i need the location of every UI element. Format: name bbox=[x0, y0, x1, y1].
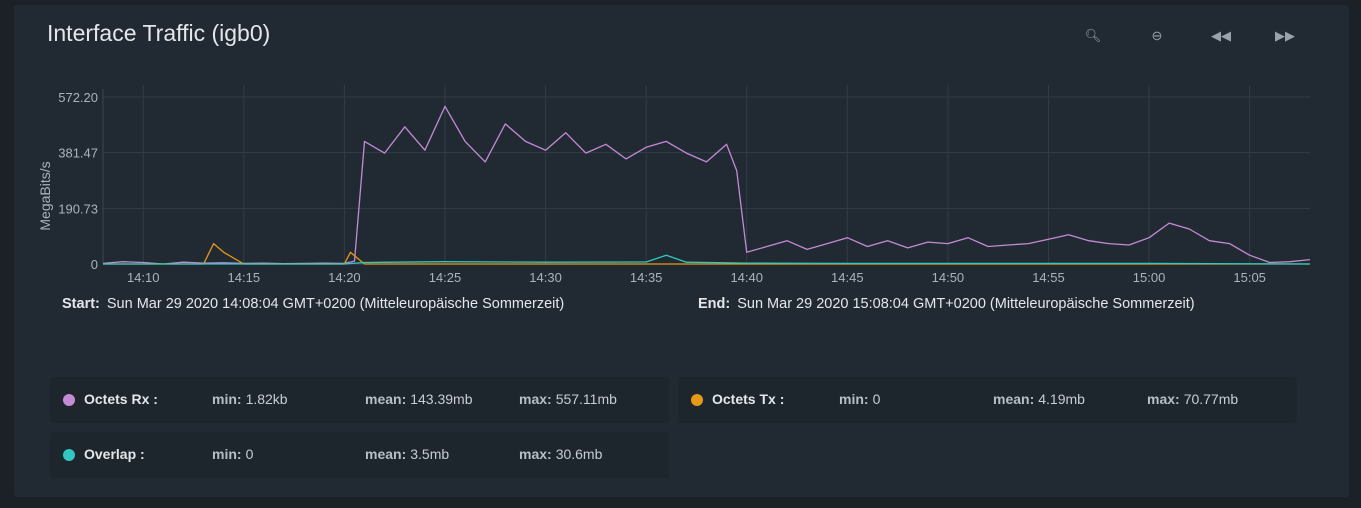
legend-max: max: 30.6mb bbox=[519, 446, 602, 462]
legend-min: min: 0 bbox=[839, 391, 880, 407]
y-tick-label: 0 bbox=[91, 257, 98, 272]
range-end-label: End: bbox=[698, 296, 731, 312]
y-axis-ticks: 0 190.73 381.47 572.20 bbox=[58, 90, 98, 272]
x-tick-label: 14:30 bbox=[529, 270, 562, 285]
series-line-octets-tx bbox=[103, 242, 1310, 265]
max-label: max: bbox=[519, 446, 552, 462]
traffic-chart: 0 190.73 381.47 572.20 14:10 14:15 14:20 14:25… bbox=[37, 85, 1311, 285]
x-tick-label: 14:15 bbox=[228, 270, 261, 285]
legend-max: max: 557.11mb bbox=[519, 391, 617, 407]
x-tick-label: 14:25 bbox=[429, 270, 462, 285]
max-label: max: bbox=[519, 391, 552, 407]
mean-value: 3.5mb bbox=[410, 446, 450, 462]
min-value: 0 bbox=[245, 446, 254, 462]
legend-name: Octets Rx : bbox=[84, 391, 158, 407]
x-tick-label: 15:05 bbox=[1233, 270, 1266, 285]
x-tick-label: 14:10 bbox=[127, 270, 160, 285]
max-value: 30.6mb bbox=[555, 446, 603, 462]
series-color-dot bbox=[691, 394, 703, 406]
legend-mean: mean: 4.19mb bbox=[993, 391, 1085, 407]
min-label: min: bbox=[839, 391, 869, 407]
range-start-label: Start: bbox=[62, 296, 100, 312]
x-tick-label: 14:55 bbox=[1032, 270, 1065, 285]
series-line-overlap bbox=[103, 254, 1311, 265]
y-tick-label: 190.73 bbox=[58, 201, 98, 216]
legend-item-octets-rx[interactable]: Octets Rx : min: 1.82kb mean: 143.39mb max… bbox=[50, 377, 669, 423]
y-tick-label: 381.47 bbox=[58, 146, 98, 161]
chart-grid bbox=[102, 85, 1310, 265]
x-tick-label: 14:50 bbox=[932, 270, 965, 285]
series-color-dot bbox=[63, 449, 75, 461]
legend-item-octets-tx[interactable]: Octets Tx : min: 0 mean: 4.19mb max: 70.77m… bbox=[678, 377, 1297, 423]
legend-name: Octets Tx : bbox=[712, 391, 785, 407]
x-tick-label: 14:35 bbox=[630, 270, 663, 285]
y-tick-label: 572.20 bbox=[58, 90, 98, 105]
x-axis-ticks: 14:10 14:15 14:20 14:25 14:30 14:35 14:40 14:45… bbox=[127, 270, 1266, 285]
mean-value: 143.39mb bbox=[410, 391, 473, 407]
x-tick-label: 15:00 bbox=[1133, 270, 1166, 285]
min-label: min: bbox=[212, 446, 242, 462]
mean-label: mean: bbox=[365, 446, 407, 462]
mean-label: mean: bbox=[993, 391, 1035, 407]
x-tick-label: 14:45 bbox=[831, 270, 864, 285]
y-axis-label: MegaBits/s bbox=[37, 161, 53, 230]
max-value: 70.77mb bbox=[1183, 391, 1239, 407]
min-label: min: bbox=[212, 391, 242, 407]
range-end: End: Sun Mar 29 2020 15:08:04 GMT+0200 (M… bbox=[698, 296, 1195, 312]
chart-series bbox=[102, 105, 1311, 265]
x-tick-label: 14:40 bbox=[730, 270, 763, 285]
mean-label: mean: bbox=[365, 391, 407, 407]
x-tick-label: 14:20 bbox=[328, 270, 361, 285]
range-start-value: Sun Mar 29 2020 14:08:04 GMT+0200 (Mitte… bbox=[106, 296, 565, 312]
legend-mean: mean: 143.39mb bbox=[365, 391, 473, 407]
series-line-octets-rx bbox=[102, 105, 1311, 265]
max-value: 557.11mb bbox=[555, 391, 617, 407]
series-color-dot bbox=[63, 394, 75, 406]
legend-name: Overlap : bbox=[84, 446, 145, 462]
legend-min: min: 1.82kb bbox=[212, 391, 288, 407]
range-end-value: Sun Mar 29 2020 15:08:04 GMT+0200 (Mitte… bbox=[737, 296, 1195, 312]
legend-max: max: 70.77mb bbox=[1147, 391, 1238, 407]
legend-item-overlap[interactable]: Overlap : min: 0 mean: 3.5mb max: 30.6mb bbox=[50, 432, 669, 478]
legend-mean: mean: 3.5mb bbox=[365, 446, 449, 462]
legend-min: min: 0 bbox=[212, 446, 253, 462]
range-start: Start: Sun Mar 29 2020 14:08:04 GMT+0200 … bbox=[62, 296, 564, 312]
min-value: 0 bbox=[872, 391, 881, 407]
max-label: max: bbox=[1147, 391, 1180, 407]
mean-value: 4.19mb bbox=[1038, 391, 1085, 407]
min-value: 1.82kb bbox=[245, 391, 288, 407]
